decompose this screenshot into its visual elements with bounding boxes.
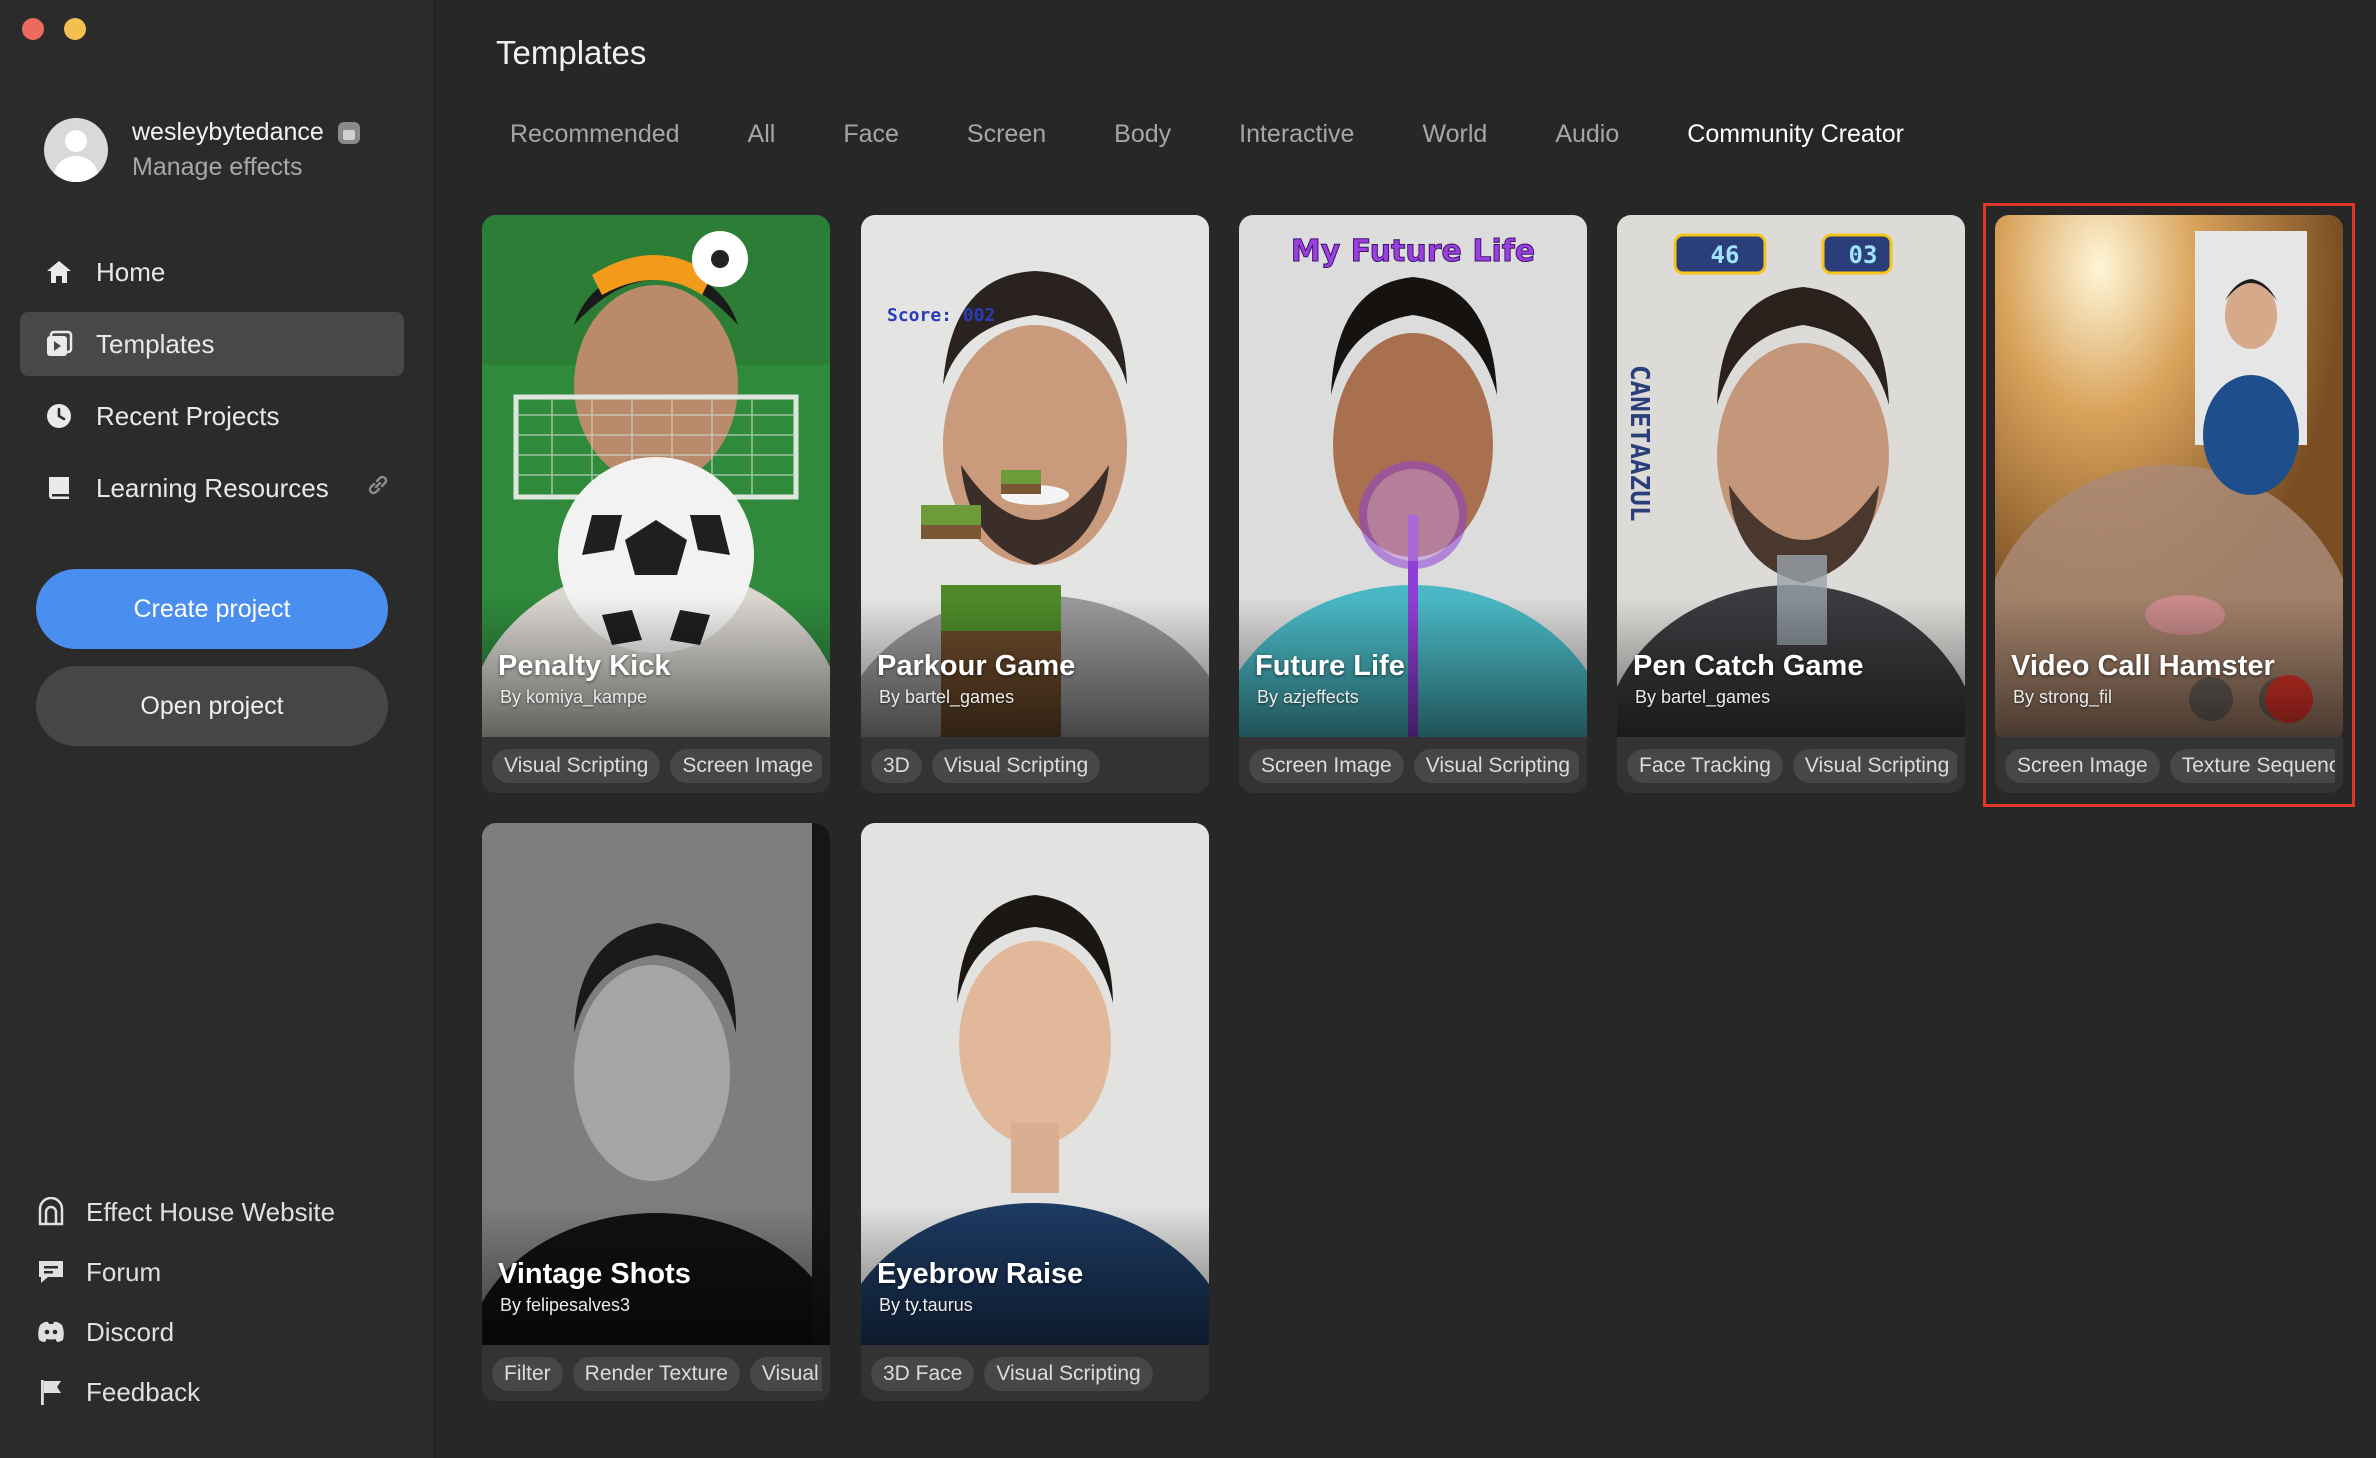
- tab-screen[interactable]: Screen: [939, 112, 1074, 157]
- open-project-button[interactable]: Open project: [36, 666, 388, 746]
- tag: Face Tracking: [1627, 749, 1783, 783]
- tab-all[interactable]: All: [720, 112, 804, 157]
- templates-icon: [44, 329, 74, 359]
- nav-item-label: Home: [96, 256, 166, 287]
- score-overlay: Score: 002: [887, 305, 995, 326]
- template-title: Future Life: [1255, 650, 1405, 682]
- template-card-eyebrow-raise[interactable]: Eyebrow Raise By ty.taurus 3D Face Visua…: [861, 823, 1209, 1401]
- clock-icon: [44, 401, 74, 431]
- tag: Visual Scripting: [1413, 749, 1579, 783]
- template-card-vintage-shots[interactable]: Vintage Shots By felipesalves3 Filter Re…: [482, 823, 830, 1401]
- tab-body[interactable]: Body: [1086, 112, 1199, 157]
- tag-list: Screen Image Texture Sequence: [2005, 749, 2335, 783]
- tag: 3D: [871, 749, 922, 783]
- template-title: Penalty Kick: [498, 650, 671, 682]
- tab-face[interactable]: Face: [815, 112, 927, 157]
- template-author: By komiya_kampe: [500, 687, 648, 707]
- username: wesleybytedance: [132, 118, 324, 146]
- external-link-icon[interactable]: [365, 472, 391, 505]
- tag: Visual Scripting: [749, 1357, 822, 1391]
- window-controls: [22, 18, 86, 40]
- tag-list: Screen Image Visual Scripting: [1249, 749, 1579, 783]
- tab-audio[interactable]: Audio: [1527, 112, 1647, 157]
- count-overlay: 03: [1849, 241, 1878, 269]
- template-card-penalty-kick[interactable]: Penalty Kick By komiya_kampe Visual Scri…: [482, 215, 830, 793]
- tag: Visual Scripting: [984, 1357, 1153, 1391]
- template-title: Vintage Shots: [498, 1258, 691, 1290]
- bottom-item-label: Feedback: [86, 1376, 201, 1407]
- tag: Screen Image: [1249, 749, 1404, 783]
- tag: Screen Image: [2005, 749, 2160, 783]
- tab-community-creator[interactable]: Community Creator: [1659, 112, 1932, 157]
- forum-icon: [36, 1257, 66, 1287]
- discord-icon: [36, 1317, 66, 1347]
- nav-item-label: Learning Resources: [96, 472, 329, 503]
- flag-icon: [36, 1377, 66, 1407]
- tag: Visual Scripting: [931, 749, 1101, 783]
- effect-house-icon: [36, 1197, 66, 1227]
- template-card-video-call-hamster[interactable]: Video Call Hamster By strong_fil Screen …: [1995, 215, 2343, 793]
- template-title: Parkour Game: [877, 650, 1076, 682]
- nav-item-home[interactable]: Home: [20, 240, 404, 304]
- home-icon: [44, 257, 74, 287]
- nav-item-learning-resources[interactable]: Learning Resources: [20, 456, 404, 520]
- template-card-future-life[interactable]: My Future Life Future Life By azjeffects…: [1239, 215, 1587, 793]
- tab-interactive[interactable]: Interactive: [1211, 112, 1382, 157]
- template-card-parkour-game[interactable]: Score: 002 Parkour Game By bartel_games …: [861, 215, 1209, 793]
- lock-icon: [337, 121, 360, 144]
- future-life-overlay: My Future Life: [1291, 234, 1535, 269]
- nav-item-recent-projects[interactable]: Recent Projects: [20, 384, 404, 448]
- book-icon: [44, 473, 74, 503]
- tag-list: 3D Face Visual Scripting: [871, 1357, 1201, 1391]
- discord-link[interactable]: Discord: [36, 1302, 335, 1362]
- user-profile[interactable]: wesleybytedance Manage effects: [44, 118, 360, 182]
- tag: Filter: [492, 1357, 563, 1391]
- forum-link[interactable]: Forum: [36, 1242, 335, 1302]
- template-title: Eyebrow Raise: [877, 1258, 1084, 1290]
- category-tabs: Recommended All Face Screen Body Interac…: [482, 112, 1944, 157]
- page-title: Templates: [496, 34, 647, 71]
- template-title: Video Call Hamster: [2011, 650, 2275, 682]
- nav-item-label: Templates: [96, 328, 215, 359]
- template-author: By felipesalves3: [500, 1295, 631, 1315]
- template-author: By bartel_games: [879, 687, 1015, 707]
- template-author: By strong_fil: [2013, 687, 2113, 707]
- tag-list: Visual Scripting Screen Image: [492, 749, 822, 783]
- tag: Visual Scripting: [1792, 749, 1957, 783]
- tag-list: Filter Render Texture Visual Scripting: [492, 1357, 822, 1391]
- template-title: Pen Catch Game: [1633, 650, 1864, 682]
- tab-world[interactable]: World: [1394, 112, 1515, 157]
- effect-house-website-link[interactable]: Effect House Website: [36, 1182, 335, 1242]
- bottom-item-label: Effect House Website: [86, 1196, 336, 1227]
- bottom-item-label: Forum: [86, 1256, 162, 1287]
- feedback-link[interactable]: Feedback: [36, 1362, 335, 1422]
- timer-overlay: 46: [1711, 241, 1740, 269]
- tab-recommended[interactable]: Recommended: [482, 112, 708, 157]
- vertical-text-overlay: CANETAAZUL: [1624, 365, 1654, 522]
- template-author: By azjeffects: [1257, 687, 1359, 707]
- avatar: [44, 118, 108, 182]
- template-card-pen-catch-game[interactable]: 46 03 CANETAAZUL Pen Catch Game By barte…: [1617, 215, 1965, 793]
- tag-list: 3D Visual Scripting: [871, 749, 1201, 783]
- template-author: By bartel_games: [1635, 687, 1771, 707]
- create-project-button[interactable]: Create project: [36, 569, 388, 649]
- tag: Texture Sequence: [2169, 749, 2335, 783]
- sidebar: wesleybytedance Manage effects Home Temp…: [0, 0, 436, 1458]
- tag: Render Texture: [572, 1357, 740, 1391]
- nav-item-templates[interactable]: Templates: [20, 312, 404, 376]
- tag: Screen Image: [670, 749, 822, 783]
- main-nav: Home Templates Recent Projects Learning …: [20, 240, 404, 528]
- minimize-window-button[interactable]: [64, 18, 86, 40]
- nav-item-label: Recent Projects: [96, 400, 280, 431]
- tag-list: Face Tracking Visual Scripting: [1627, 749, 1957, 783]
- template-author: By ty.taurus: [879, 1295, 973, 1315]
- tag: 3D Face: [871, 1357, 975, 1391]
- close-window-button[interactable]: [22, 18, 44, 40]
- manage-effects-link[interactable]: Manage effects: [132, 153, 360, 182]
- tag: Visual Scripting: [492, 749, 661, 783]
- bottom-item-label: Discord: [86, 1316, 175, 1347]
- bottom-nav: Effect House Website Forum Discord Feedb…: [36, 1182, 335, 1422]
